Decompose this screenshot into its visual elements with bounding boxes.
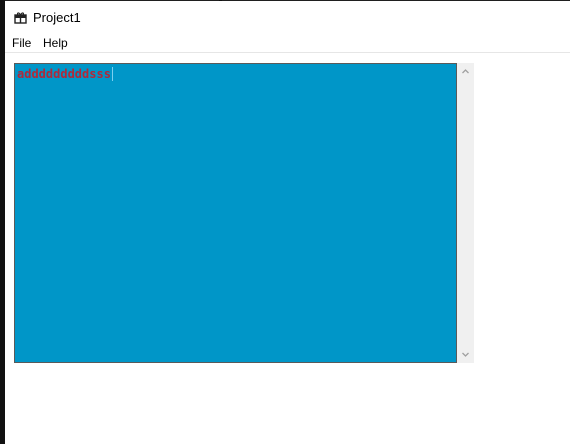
title-bar[interactable]: Project1	[5, 1, 570, 32]
scroll-up-button[interactable]	[457, 63, 474, 80]
scroll-down-button[interactable]	[457, 346, 474, 363]
menu-bar: File Help	[5, 32, 570, 53]
window-title: Project1	[33, 10, 81, 25]
vertical-scrollbar[interactable]	[457, 63, 474, 363]
text-editor[interactable]: adddddddddsss	[14, 63, 457, 363]
app-icon	[14, 11, 27, 24]
text-caret	[111, 67, 113, 81]
editor-text: adddddddddsss	[17, 67, 113, 81]
editor-text-value: adddddddddsss	[17, 67, 111, 81]
window-frame-left	[0, 0, 5, 444]
scroll-track[interactable]	[457, 80, 474, 346]
chevron-down-icon	[457, 350, 474, 367]
menu-file[interactable]: File	[11, 35, 32, 51]
menu-help[interactable]: Help	[42, 35, 69, 51]
